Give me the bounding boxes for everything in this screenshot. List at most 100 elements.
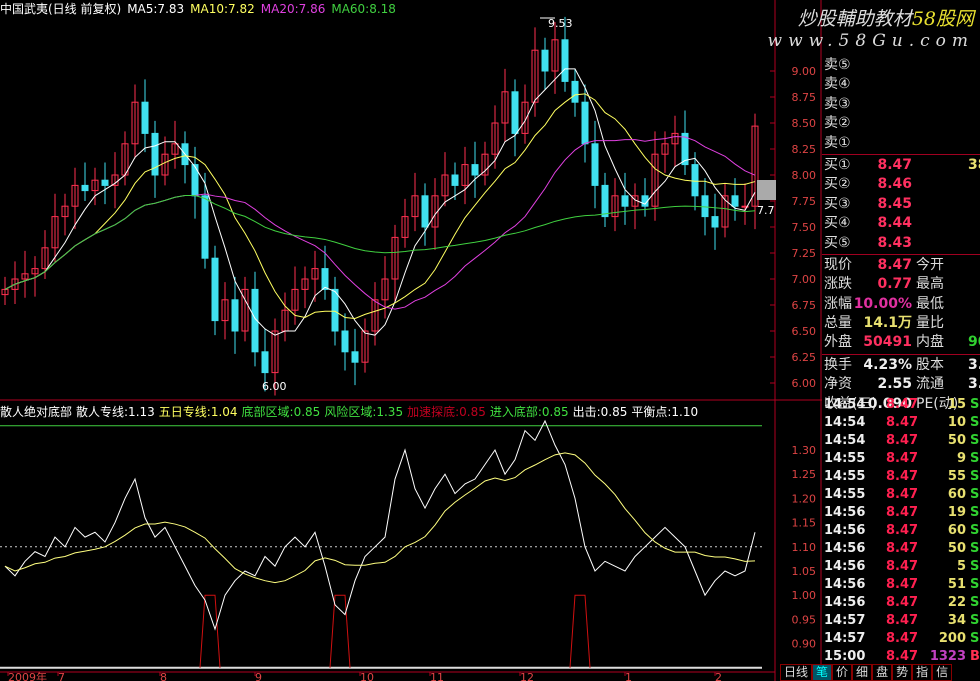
tick-list[interactable]: 14:54 8.47 15 S 14:54 8.47 10 S 14:54 8.47 50 S 14:5… (822, 396, 980, 666)
x-axis-label: 12 (520, 671, 534, 681)
candle-down (541, 49, 549, 72)
bid-volume: 38 (968, 156, 980, 173)
tab-6[interactable]: 指 (912, 664, 933, 681)
ask-row: 卖③ (822, 95, 980, 114)
stock-title: 中国武夷(日线 前复权) (0, 2, 122, 16)
bid-row: 买⑤ 8.43 (822, 234, 980, 253)
stat-label: 总量 (824, 315, 852, 332)
tick-volume: 19 (947, 505, 966, 520)
price-axis-label: 6.50 (792, 325, 817, 338)
candle-down (591, 143, 599, 186)
indicator-white-line (4, 419, 756, 631)
tick-row: 14:55 8.47 60 S (822, 486, 980, 504)
low-label: 6.00 (262, 380, 287, 393)
tick-price: 8.47 (886, 595, 919, 610)
ind-line5: 加速探底:0.85 (407, 405, 486, 419)
stat-value: 10.00% (853, 295, 912, 312)
ask-label: 卖④ (824, 76, 851, 93)
candle-down (421, 195, 429, 228)
x-axis-label: 10 (360, 671, 374, 681)
tick-volume: 60 (947, 487, 966, 502)
bid-price: 8.45 (877, 195, 912, 212)
x-axis-label: 8 (160, 671, 167, 681)
tab-0[interactable]: 日线 (780, 664, 813, 681)
indicator-axis-label: 1.05 (792, 565, 817, 578)
stat-row: 换手 4.23%股本 3.8 (822, 356, 980, 375)
bid-price: 8.43 (877, 234, 912, 251)
candle-down (701, 195, 709, 218)
x-axis-label: 11 (430, 671, 444, 681)
indicator-axis-label: 1.25 (792, 468, 817, 481)
ask-row: 卖② (822, 114, 980, 133)
tick-direction: S (970, 451, 980, 466)
kline-chart[interactable]: 9.00 8.75 8.50 8.25 8.00 7.75 7.50 7.25 7.00 6.75… (0, 0, 822, 681)
high-label: 9.53 (548, 17, 573, 30)
price-axis-label: 7.75 (792, 195, 817, 208)
tick-direction: S (970, 577, 980, 592)
tick-time: 14:56 (824, 559, 866, 574)
current-price-marker (757, 180, 776, 200)
indicator-axis-label: 0.95 (792, 613, 817, 626)
stat-value: 3.3 (968, 376, 980, 393)
tick-price: 8.47 (886, 631, 919, 646)
price-axis-label: 7.50 (792, 221, 817, 234)
candle-down (201, 195, 209, 259)
stat-label: 今开 (916, 256, 944, 273)
tick-direction: S (970, 433, 980, 448)
tab-1[interactable]: 笔 (812, 664, 833, 681)
stat-row: 净资 2.55流通 3.3 (822, 375, 980, 394)
tick-row: 14:54 8.47 15 S (822, 396, 980, 414)
indicator-header: 散人绝对底部 散人专线:1.13 五日专线:1.04 底部区域:0.85 风险区域:1.… (0, 403, 702, 420)
bid-label: 买③ (824, 195, 851, 212)
tick-price: 8.47 (886, 559, 919, 574)
price-axis-label: 6.25 (792, 351, 817, 364)
tick-price: 8.47 (886, 433, 919, 448)
price-axis-label: 6.75 (792, 299, 817, 312)
ind-line8: 平衡点:1.10 (631, 405, 699, 419)
tick-time: 14:56 (824, 595, 866, 610)
candle-down (581, 101, 589, 145)
ask-label: 卖③ (824, 95, 851, 112)
tick-volume: 50 (947, 541, 966, 556)
ind-line1: 散人专线:1.13 (76, 405, 155, 419)
tick-time: 14:55 (824, 469, 866, 484)
tick-direction: S (970, 613, 980, 628)
tick-volume: 22 (947, 595, 966, 610)
stat-row: 外盘 50491内盘 90 (822, 333, 980, 352)
tick-volume: 34 (947, 613, 966, 628)
tick-volume: 15 (947, 397, 966, 412)
stat-value: 50491 (863, 334, 912, 351)
stat-label: 换手 (824, 356, 852, 373)
tick-row: 14:55 8.47 55 S (822, 468, 980, 486)
tab-7[interactable]: 信 (932, 664, 953, 681)
price-axis-label: 8.25 (792, 143, 817, 156)
tick-price: 8.47 (886, 469, 919, 484)
tab-2[interactable]: 价 (832, 664, 853, 681)
tab-3[interactable]: 细 (852, 664, 873, 681)
stat-value: 4.23% (863, 356, 912, 373)
ma60-label: MA60:8.18 (331, 2, 396, 16)
x-axis-label: 2 (715, 671, 722, 681)
bid-price: 8.47 (877, 156, 912, 173)
tick-direction: S (970, 595, 980, 610)
divider (822, 253, 980, 255)
price-axis-label: 8.75 (792, 91, 817, 104)
bid-label: 买④ (824, 215, 851, 232)
tick-row: 14:56 8.47 5 S (822, 558, 980, 576)
ma20-label: MA20:7.86 (260, 2, 326, 16)
tab-5[interactable]: 势 (892, 664, 913, 681)
bottom-signal (199, 594, 221, 668)
tick-price: 8.47 (886, 397, 919, 412)
stat-label: 涨幅 (824, 295, 852, 312)
bid-label: 买① (824, 156, 851, 173)
indicator-axis-label: 1.20 (792, 492, 817, 505)
bid-label: 买② (824, 176, 851, 193)
ind-line7: 出击:0.85 (572, 405, 628, 419)
candle-down (261, 351, 269, 374)
tick-direction: S (970, 505, 980, 520)
tab-4[interactable]: 盘 (872, 664, 893, 681)
stat-row: 涨幅 10.00% 最低 (822, 295, 980, 314)
stat-row: 总量 14.1万 量比 (822, 314, 980, 333)
candle-down (471, 164, 479, 176)
bid-row: 买③ 8.45 (822, 195, 980, 214)
